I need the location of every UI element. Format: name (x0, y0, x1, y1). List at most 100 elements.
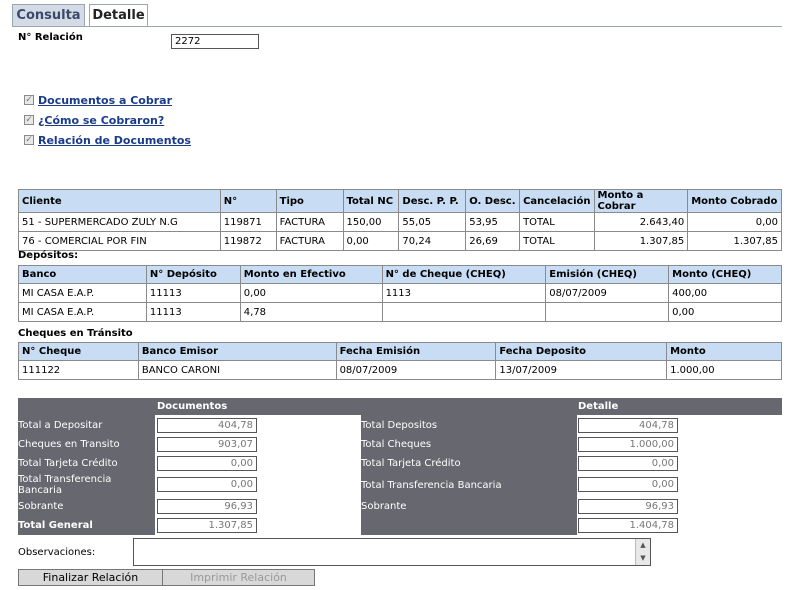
total-cheques-field: 1.000,00 (578, 437, 678, 452)
column-header: Cliente (18, 189, 221, 213)
tab-consulta[interactable]: Consulta (12, 4, 85, 26)
finalizar-relacion-button[interactable]: Finalizar Relación (18, 569, 163, 586)
table-cell: 1.307,85 (593, 231, 689, 251)
imprimir-relacion-button[interactable]: Imprimir Relación (162, 569, 315, 586)
table-cell: MI CASA E.A.P. (18, 302, 147, 322)
checkbox-como-se-cobraron[interactable]: ✓ (24, 115, 34, 125)
table-cell: 119871 (219, 212, 277, 232)
column-header: Fecha Emisión (335, 342, 497, 361)
sobrante-field: 96,93 (157, 499, 257, 514)
table-cell: 53,95 (465, 212, 521, 232)
summary-detalle-title: Detalle (578, 401, 619, 412)
table-cell: 150,00 (342, 212, 400, 232)
summary-middle-panel (361, 415, 577, 535)
relacion-label: N° Relación (18, 32, 83, 43)
table-header-row: Banco N° Depósito Monto en Efectivo N° d… (18, 265, 782, 284)
column-header: Desc. P. P. (398, 189, 467, 213)
table-header-row: N° Cheque Banco Emisor Fecha Emisión Fec… (18, 342, 782, 361)
summary-label: Sobrante (361, 501, 407, 512)
table-cell: 111122 (18, 360, 139, 380)
table-row[interactable]: 111122 BANCO CARONI 08/07/2009 13/07/200… (18, 360, 782, 380)
table-row[interactable]: 76 - COMERCIAL POR FIN 119872 FACTURA 0,… (18, 231, 782, 251)
total-transferencia-bancaria-field: 0,00 (157, 477, 257, 492)
table-cell: 11113 (145, 302, 241, 322)
depositos-table: Banco N° Depósito Monto en Efectivo N° d… (18, 265, 782, 322)
link-documentos-a-cobrar[interactable]: Documentos a Cobrar (38, 94, 172, 107)
column-header: Emisión (CHEQ) (545, 265, 670, 284)
column-header: N° Depósito (145, 265, 241, 284)
summary-label: Cheques en Transito (18, 439, 120, 450)
table-cell: BANCO CARONI (137, 360, 337, 380)
table-cell: 13/07/2009 (495, 360, 668, 380)
table-cell: 1113 (381, 283, 547, 303)
column-header: Monto (CHEQ) (668, 265, 782, 284)
table-cell: 51 - SUPERMERCADO ZULY N.G (18, 212, 221, 232)
column-header: Monto Cobrado (687, 189, 782, 213)
table-cell: TOTAL (519, 231, 595, 251)
table-cell: 400,00 (668, 283, 782, 303)
summary-label: Total Depositos (361, 420, 438, 431)
scroll-up-icon[interactable]: ▲ (636, 539, 650, 552)
table-cell: FACTURA (275, 212, 344, 232)
table-cell: TOTAL (519, 212, 595, 232)
relacion-input[interactable]: 2272 (171, 34, 259, 49)
column-header: Monto a Cobrar (593, 189, 689, 213)
table-cell: 2.643,40 (593, 212, 689, 232)
summary-header-bar (18, 398, 782, 415)
table-cell: 70,24 (398, 231, 467, 251)
cheques-table: N° Cheque Banco Emisor Fecha Emisión Fec… (18, 342, 782, 380)
table-cell: 1.000,00 (666, 360, 782, 380)
detalle-total-field: 1.404,78 (578, 518, 678, 533)
textarea-scrollbar[interactable]: ▲ ▼ (635, 539, 650, 565)
total-tarjeta-credito-field: 0,00 (157, 456, 257, 471)
table-row[interactable]: MI CASA E.A.P. 11113 0,00 1113 08/07/200… (18, 283, 782, 303)
detalle-transferencia-bancaria-field: 0,00 (578, 477, 678, 492)
column-header: Monto (666, 342, 782, 361)
summary-label: Total Cheques (361, 439, 432, 450)
table-cell: 55,05 (398, 212, 467, 232)
summary-label-total-general: Total General (18, 520, 93, 531)
table-cell: 0,00 (668, 302, 782, 322)
checkbox-relacion-de-documentos[interactable]: ✓ (24, 135, 34, 145)
table-cell: 0,00 (342, 231, 400, 251)
tab-detalle[interactable]: Detalle (89, 4, 148, 27)
column-header: Tipo (275, 189, 344, 213)
total-a-depositar-field: 404,78 (157, 418, 257, 433)
table-cell: 26,69 (465, 231, 521, 251)
total-general-field: 1.307,85 (157, 518, 257, 533)
tab-divider (12, 26, 782, 27)
summary-label: Total Tarjeta Crédito (361, 458, 461, 469)
column-header: Total NC (342, 189, 400, 213)
table-cell: 76 - COMERCIAL POR FIN (18, 231, 221, 251)
documentos-table: Cliente N° Tipo Total NC Desc. P. P. O. … (18, 189, 782, 251)
link-relacion-de-documentos[interactable]: Relación de Documentos (38, 134, 191, 147)
observaciones-label: Observaciones: (18, 547, 96, 558)
total-depositos-field: 404,78 (578, 418, 678, 433)
column-header: Monto en Efectivo (239, 265, 383, 284)
cheques-en-transito-field: 903,07 (157, 437, 257, 452)
depositos-title: Depósitos: (18, 250, 79, 261)
table-row[interactable]: MI CASA E.A.P. 11113 4,78 0,00 (18, 302, 782, 322)
table-cell: 08/07/2009 (335, 360, 497, 380)
column-header: O. Desc. (465, 189, 521, 213)
table-cell: 0,00 (239, 283, 383, 303)
column-header: N° de Cheque (CHEQ) (381, 265, 547, 284)
cheques-title: Cheques en Tránsito (18, 328, 133, 339)
detalle-sobrante-field: 96,93 (578, 499, 678, 514)
column-header: Fecha Deposito (495, 342, 668, 361)
column-header: Banco (18, 265, 147, 284)
table-cell (381, 302, 547, 322)
summary-label: Total a Depositar (18, 420, 103, 431)
detalle-tarjeta-credito-field: 0,00 (578, 456, 678, 471)
table-cell: 4,78 (239, 302, 383, 322)
link-como-se-cobraron[interactable]: ¿Cómo se Cobraron? (38, 114, 164, 127)
column-header: Banco Emisor (137, 342, 337, 361)
observaciones-textarea[interactable] (133, 538, 651, 566)
table-row[interactable]: 51 - SUPERMERCADO ZULY N.G 119871 FACTUR… (18, 212, 782, 232)
table-cell: 119872 (219, 231, 277, 251)
column-header: Cancelación (519, 189, 595, 213)
table-cell: 08/07/2009 (545, 283, 670, 303)
table-cell: FACTURA (275, 231, 344, 251)
scroll-down-icon[interactable]: ▼ (636, 552, 650, 565)
checkbox-documentos-a-cobrar[interactable]: ✓ (24, 95, 34, 105)
